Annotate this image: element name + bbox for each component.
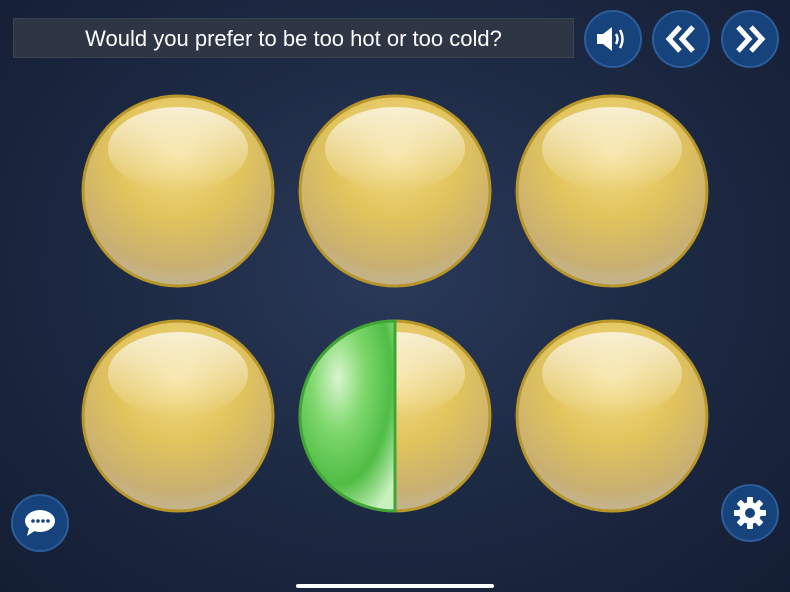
disc-2[interactable] (298, 94, 492, 288)
settings-button[interactable] (721, 484, 779, 542)
disc-5-timer[interactable] (298, 319, 492, 513)
speaker-icon (597, 27, 624, 51)
previous-button[interactable] (652, 10, 710, 68)
double-chevron-right-icon (736, 25, 766, 53)
disc-1[interactable] (81, 94, 275, 288)
sound-button[interactable] (584, 10, 642, 68)
gear-icon (734, 497, 766, 529)
home-indicator[interactable] (296, 584, 494, 588)
timer-progress-wedge (298, 319, 397, 513)
disc-6[interactable] (515, 319, 709, 513)
question-bar: Would you prefer to be too hot or too co… (13, 18, 574, 58)
double-chevron-left-icon (665, 25, 695, 53)
next-button[interactable] (721, 10, 779, 68)
disc-3[interactable] (515, 94, 709, 288)
question-text: Would you prefer to be too hot or too co… (85, 26, 502, 51)
chat-button[interactable] (11, 494, 69, 552)
chat-bubble-icon (25, 510, 55, 536)
disc-4[interactable] (81, 319, 275, 513)
